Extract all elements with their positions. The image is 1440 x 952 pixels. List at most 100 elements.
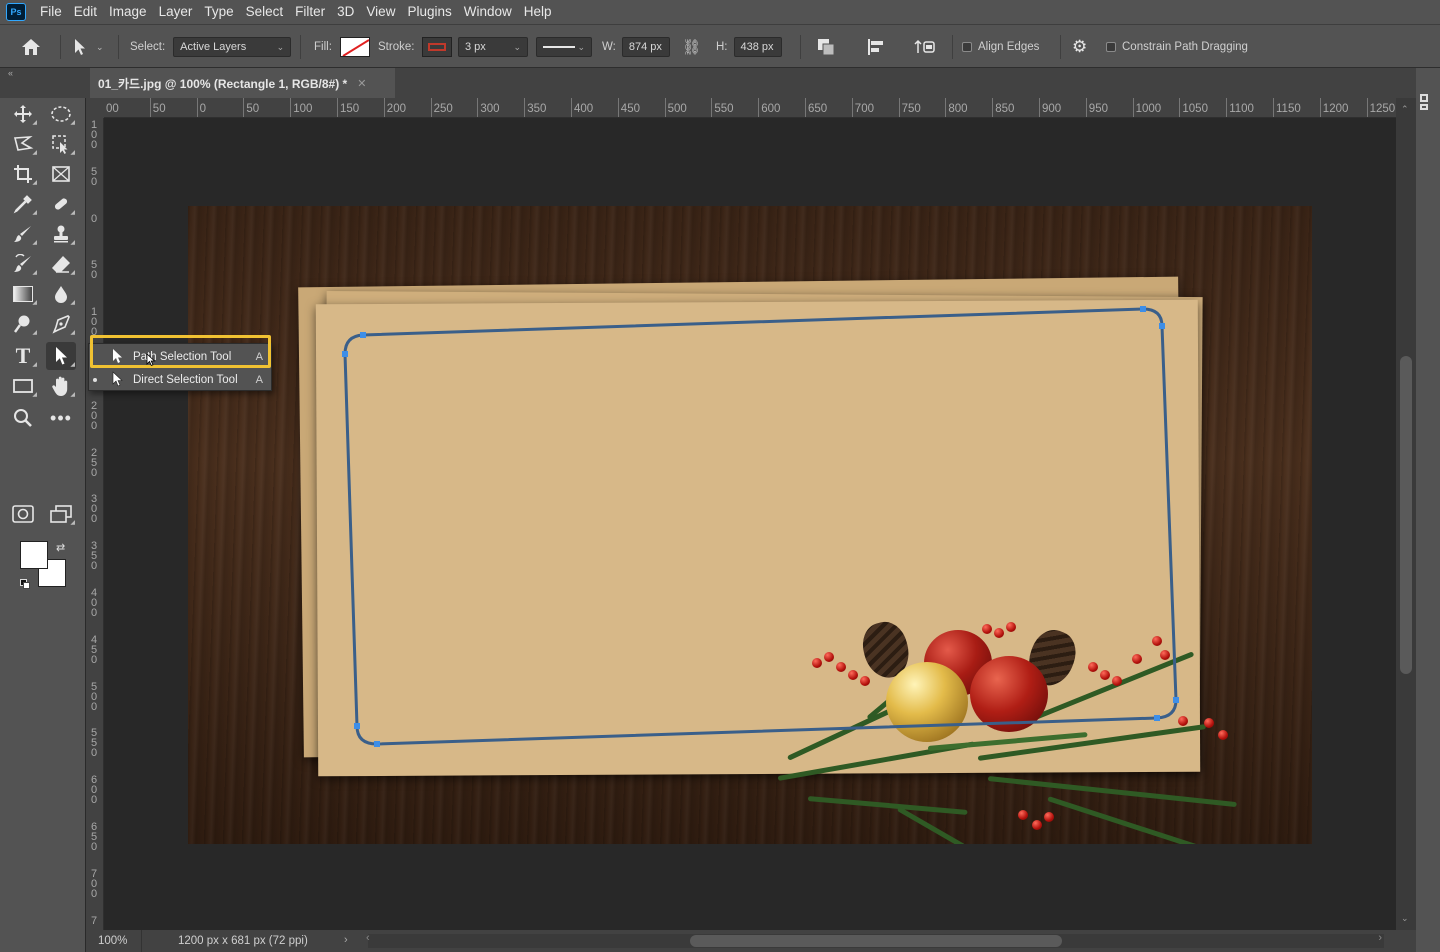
path-alignment-button[interactable] <box>866 25 886 69</box>
menu-file[interactable]: File <box>34 0 68 24</box>
panel-icon[interactable] <box>1420 94 1434 114</box>
clone-stamp-tool[interactable]: ◢ <box>46 220 76 248</box>
ruler-tick-label: 50 <box>149 98 166 117</box>
history-brush-tool[interactable]: ◢ <box>8 250 38 278</box>
path-selection-tool[interactable]: ◢ <box>46 342 76 370</box>
path-arrangement-button[interactable] <box>914 25 938 69</box>
pen-tool[interactable]: ◢ <box>46 310 76 338</box>
move-tool[interactable]: ◢ <box>8 100 38 128</box>
horizontal-scroll-thumb[interactable] <box>690 935 1062 947</box>
ruler-tick-label: 800 <box>945 98 968 117</box>
stroke-swatch[interactable] <box>422 37 453 57</box>
ruler-tick-label: 100 <box>290 98 313 117</box>
stroke-type-dropdown[interactable]: ⌄ <box>536 37 592 57</box>
document-tab[interactable]: 01_카드.jpg @ 100% (Rectangle 1, RGB/8#) *… <box>90 68 395 98</box>
rectangle-icon <box>13 379 33 393</box>
status-bar: 100% 1200 px x 681 px (72 ppi) › ‹ › <box>86 930 1416 952</box>
zoom-tool[interactable] <box>8 404 38 432</box>
brush-icon <box>14 226 31 242</box>
ruler-tick-label: 350 <box>90 540 98 573</box>
width-value: 874 px <box>628 41 662 53</box>
vertical-ruler[interactable]: 1005005010015020025030035040045050055060… <box>86 118 104 930</box>
brush-tool[interactable]: ◢ <box>8 220 38 248</box>
gradient-tool[interactable]: ◢ <box>8 280 38 308</box>
path-operations-button[interactable] <box>816 25 836 69</box>
eyedropper-tool[interactable]: ◢ <box>8 190 38 218</box>
menu-type[interactable]: Type <box>198 0 239 24</box>
menu-image[interactable]: Image <box>103 0 153 24</box>
dodge-tool[interactable]: ◢ <box>8 310 38 338</box>
hand-icon <box>52 376 68 396</box>
menu-select[interactable]: Select <box>240 0 290 24</box>
constrain-path-checkbox[interactable]: Constrain Path Dragging <box>1106 25 1248 69</box>
ruler-tick-label: 1050 <box>1179 98 1208 117</box>
stroke-width-field[interactable]: 3 px ⌄ <box>458 37 528 57</box>
fill-swatch[interactable] <box>339 37 370 57</box>
width-field[interactable]: 874 px <box>621 37 670 57</box>
scroll-down-icon[interactable]: ⌄ <box>1401 913 1409 924</box>
collapse-icon[interactable]: « <box>8 68 13 78</box>
scroll-up-icon[interactable]: ⌃ <box>1401 104 1409 115</box>
object-selection-tool[interactable]: ◢ <box>46 130 76 158</box>
history-brush-icon <box>14 254 31 272</box>
ruler-corner <box>86 98 104 118</box>
horizontal-ruler[interactable]: 00 50 0 50 100 150 200 250 300 350 400 450 500 550 600… <box>104 98 1400 118</box>
eraser-tool[interactable]: ◢ <box>46 250 76 278</box>
menu-window[interactable]: Window <box>458 0 518 24</box>
rectangle-tool[interactable]: ◢ <box>8 372 38 400</box>
select-dropdown[interactable]: Active Layers ⌄ <box>173 37 292 57</box>
link-dimensions-button[interactable]: ⛓ <box>682 25 701 69</box>
flyout-item-shortcut: A <box>255 374 263 386</box>
healing-brush-tool[interactable]: ◢ <box>46 190 76 218</box>
ruler-tick-label: 1000 <box>1132 98 1162 117</box>
zoom-level[interactable]: 100% <box>86 930 142 952</box>
path-options-button[interactable]: ⚙ <box>1072 25 1087 69</box>
menu-help[interactable]: Help <box>518 0 558 24</box>
tool-preset-picker[interactable]: ⌄ <box>72 25 104 69</box>
crop-icon <box>14 165 32 183</box>
flyout-item-direct-selection[interactable]: Direct Selection Tool A <box>89 369 271 391</box>
ruler-tick-label: 750 <box>898 98 921 117</box>
foreground-color-swatch[interactable] <box>20 541 48 569</box>
ruler-tick-label: 500 <box>664 98 687 117</box>
frame-tool[interactable] <box>46 160 76 188</box>
christmas-ornament-decoration <box>748 606 1268 844</box>
align-edges-checkbox[interactable]: Align Edges <box>962 25 1039 69</box>
vertical-scroll-thumb[interactable] <box>1400 356 1412 674</box>
menu-edit[interactable]: Edit <box>68 0 103 24</box>
quick-mask-button[interactable] <box>8 500 38 528</box>
stroke-color-icon <box>428 43 447 51</box>
highlight-callout <box>90 335 271 368</box>
lasso-tool[interactable]: ◢ <box>8 130 38 158</box>
menu-filter[interactable]: Filter <box>289 0 331 24</box>
chevron-down-icon: ⌄ <box>276 41 285 52</box>
blur-tool[interactable]: ◢ <box>46 280 76 308</box>
document-info[interactable]: 1200 px x 681 px (72 ppi) <box>178 935 308 947</box>
height-field[interactable]: 438 px <box>733 37 782 57</box>
scroll-right-icon[interactable]: › <box>1378 932 1382 944</box>
home-icon <box>22 39 40 55</box>
more-dots-icon: ••• <box>50 407 72 428</box>
scroll-left-icon[interactable]: ‹ <box>366 932 370 944</box>
menu-3d[interactable]: 3D <box>331 0 360 24</box>
edit-toolbar-button[interactable]: ••• <box>46 404 76 432</box>
ruler-tick-label: 1250 <box>1366 98 1396 117</box>
stroke-label: Stroke: <box>378 41 415 53</box>
swap-colors-icon[interactable]: ⇄ <box>56 541 65 554</box>
hand-tool[interactable]: ◢ <box>46 372 76 400</box>
default-colors-icon[interactable] <box>20 579 30 589</box>
screen-mode-button[interactable]: ◢ <box>46 500 76 528</box>
menu-layer[interactable]: Layer <box>153 0 199 24</box>
type-tool[interactable]: T ◢ <box>8 342 38 370</box>
stroke-width-value: 3 px <box>465 41 486 53</box>
chevron-right-icon[interactable]: › <box>344 934 348 946</box>
close-icon[interactable]: ✕ <box>357 77 366 90</box>
menu-plugins[interactable]: Plugins <box>401 0 457 24</box>
horizontal-scrollbar[interactable]: ‹ › <box>366 932 1384 948</box>
menu-view[interactable]: View <box>360 0 401 24</box>
crop-tool[interactable]: ◢ <box>8 160 38 188</box>
document-canvas[interactable] <box>188 206 1312 844</box>
vertical-scrollbar[interactable]: ⌃ ⌄ <box>1396 98 1416 930</box>
marquee-tool[interactable]: ◢ <box>46 100 76 128</box>
home-button[interactable] <box>20 25 42 69</box>
